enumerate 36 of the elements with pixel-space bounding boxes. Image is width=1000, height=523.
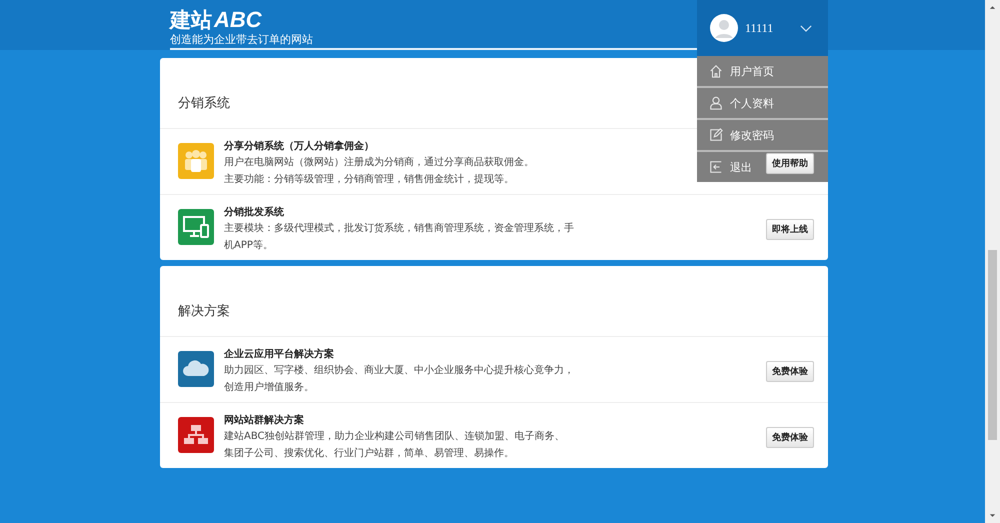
slogan: 创造能为企业带去订单的网站	[170, 33, 314, 47]
user-menu-item[interactable]: 用户首页	[697, 56, 828, 86]
scroll-up-icon[interactable]	[989, 5, 996, 10]
item-description: 主要功能：分销等级管理，分销商管理，销售佣金统计，提现等。	[224, 172, 515, 187]
sitemap-icon	[178, 417, 214, 453]
user-menu-header[interactable]: 11111	[697, 0, 828, 56]
item-title: 分享分销系统（万人分销拿佣金）	[224, 139, 375, 154]
section-title: 解决方案	[160, 266, 828, 337]
action-button[interactable]: 免费体验	[766, 361, 814, 382]
chevron-down-icon	[800, 24, 812, 32]
item-title: 分销批发系统	[224, 206, 285, 220]
user-menu-item[interactable]: 个人资料	[697, 86, 828, 118]
item-title: 企业云应用平台解决方案	[224, 347, 335, 362]
scroll-down-icon[interactable]	[989, 513, 996, 518]
item-description: 用户在电脑网站（微网站）注册成为分销商，通过分享商品获取佣金。	[224, 156, 535, 170]
action-button[interactable]: 即将上线	[766, 219, 814, 240]
username: 11111	[745, 20, 774, 36]
people-icon	[178, 143, 214, 179]
item-description: 助力园区、写字楼、组织协会、商业大厦、中小企业服务中心提升核心竟争力，创造用户增值服务。	[224, 364, 574, 395]
scrollbar[interactable]	[985, 0, 1000, 523]
item-description: 主要模块：多级代理模式，批发订货系统，销售商管理系统，资金管理系统，手机APP等。	[224, 222, 574, 253]
exit-icon	[709, 160, 723, 174]
item-title: 网站站群解决方案	[224, 413, 305, 428]
user-menu-item[interactable]: 修改密码	[697, 118, 828, 150]
person-icon	[709, 96, 723, 110]
monitor-phone-icon	[178, 209, 214, 245]
action-button[interactable]: 使用帮助	[766, 153, 814, 174]
item-description: 建站ABC独创站群管理，助力企业构建公司销售团队、连锁加盟、电子商务、集团子公司、搜索优化、行业门户站群，简单、易管理、易操作。	[224, 430, 566, 461]
scrollbar-thumb[interactable]	[988, 250, 997, 440]
cloud-icon	[178, 351, 214, 387]
logo-text: 建站	[170, 8, 212, 32]
avatar-icon	[710, 14, 738, 42]
logo-accent-text: ABC	[214, 8, 262, 32]
edit-icon	[709, 128, 723, 142]
house-icon	[709, 64, 723, 78]
action-button[interactable]: 免费体验	[766, 427, 814, 448]
